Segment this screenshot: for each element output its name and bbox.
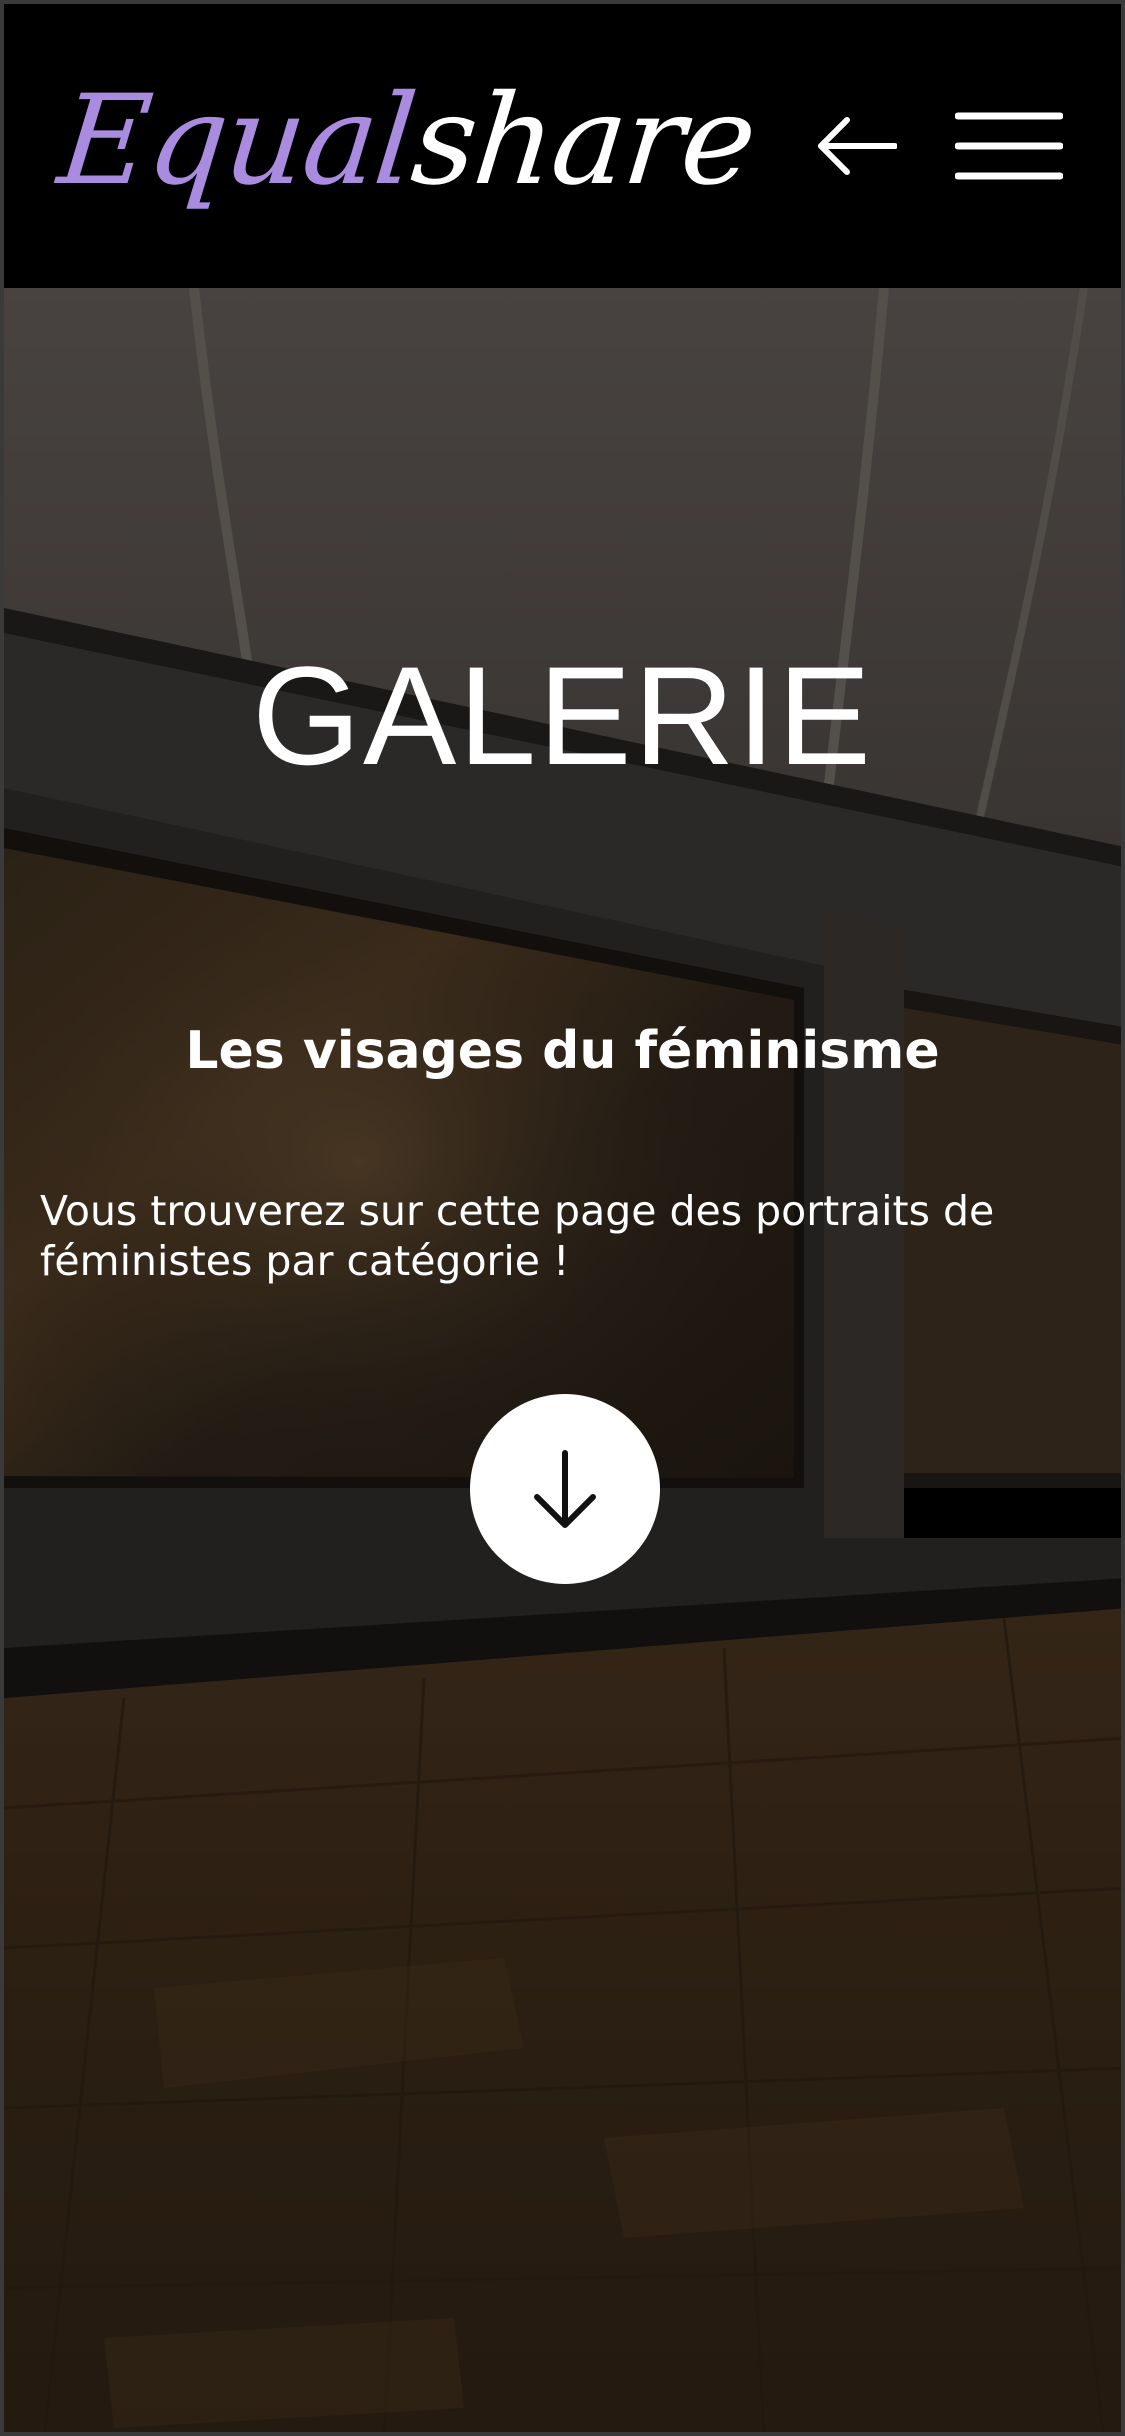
app-frame: Equalshare GALERIE Les visages du fémini… [0, 0, 1125, 2436]
arrow-left-icon [818, 117, 897, 175]
back-button[interactable] [815, 115, 897, 177]
hamburger-menu-icon [955, 112, 1063, 180]
menu-button[interactable] [955, 110, 1063, 182]
hero-section: GALERIE Les visages du féminisme Vous tr… [4, 288, 1121, 2432]
site-header: Equalshare [4, 4, 1121, 288]
header-actions [815, 110, 1063, 182]
scroll-down-button[interactable] [470, 1394, 660, 1584]
intro-text: Vous trouverez sur cette page des portra… [40, 1187, 995, 1286]
arrow-down-icon [534, 1450, 596, 1528]
brand-logo[interactable]: Equalshare [52, 69, 761, 213]
logo-part-equal: Equal [52, 69, 421, 213]
page-title: GALERIE [252, 637, 873, 794]
hero-dark-overlay [4, 288, 1121, 2432]
page-subtitle: Les visages du féminisme [185, 1021, 940, 1081]
logo-part-share: share [405, 69, 762, 213]
